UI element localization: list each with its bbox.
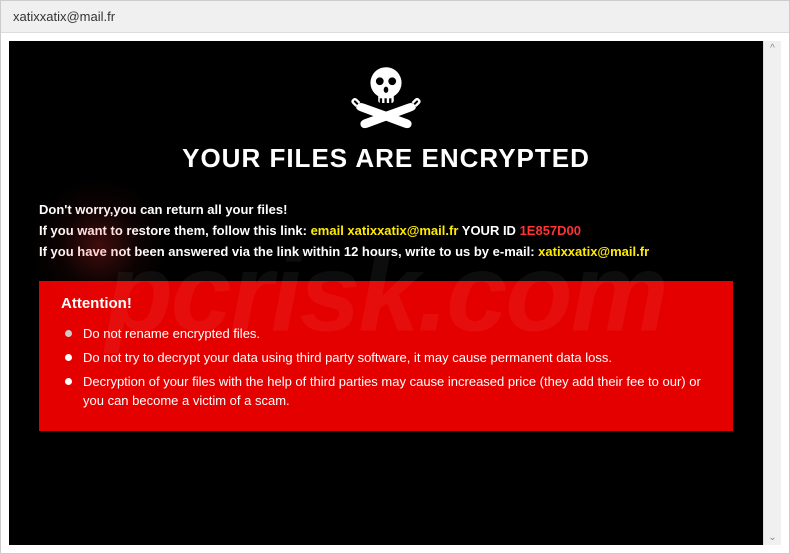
attention-list: Do not rename encrypted files. Do not tr… [61, 322, 711, 413]
attention-title: Attention! [61, 295, 711, 312]
followup-prefix: If you have not been answered via the li… [39, 244, 538, 259]
titlebar: xatixxatix@mail.fr [1, 1, 789, 33]
scroll-down-icon[interactable]: ⌄ [768, 532, 776, 543]
attention-item: Do not rename encrypted files. [61, 322, 711, 346]
window-title: xatixxatix@mail.fr [13, 9, 115, 24]
main-heading: YOUR FILES ARE ENCRYPTED [39, 143, 733, 174]
intro-line: Don't worry,you can return all your file… [39, 202, 733, 217]
scrollbar[interactable]: ^ ⌄ [763, 41, 781, 545]
intro-text: Don't worry,you can return all your file… [39, 202, 287, 217]
your-id-label: YOUR ID [458, 223, 519, 238]
attention-item: Decryption of your files with the help o… [61, 370, 711, 412]
restore-prefix: If you want to restore them, follow this… [39, 223, 311, 238]
attention-item: Do not try to decrypt your data using th… [61, 346, 711, 370]
window: xatixxatix@mail.fr pcrisk.com YOUR FILES… [1, 1, 789, 553]
attention-box: Attention! Do not rename encrypted files… [39, 281, 733, 431]
email-link-1[interactable]: email xatixxatix@mail.fr [311, 223, 459, 238]
skull-crossbones-icon [346, 61, 426, 131]
scroll-up-icon[interactable]: ^ [770, 43, 775, 54]
followup-line: If you have not been answered via the li… [39, 244, 733, 259]
restore-line: If you want to restore them, follow this… [39, 223, 733, 238]
ransom-note: pcrisk.com YOUR FILES ARE ENCRYPTED Don'… [9, 41, 763, 545]
email-link-2[interactable]: xatixxatix@mail.fr [538, 244, 649, 259]
victim-id: 1E857D00 [520, 223, 581, 238]
content-wrap: pcrisk.com YOUR FILES ARE ENCRYPTED Don'… [1, 33, 789, 553]
